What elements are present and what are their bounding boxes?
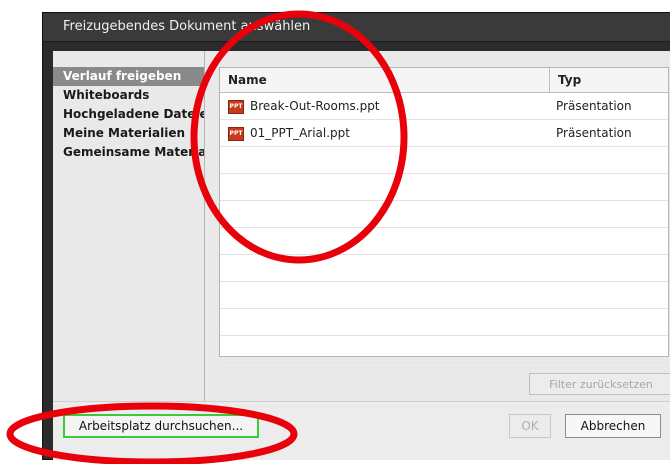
filter-reset-button[interactable]: Filter zurücksetzen (529, 373, 670, 395)
empty-row (220, 147, 668, 174)
file-name: Break-Out-Rooms.ppt (250, 99, 380, 113)
file-type: Präsentation (556, 126, 632, 140)
sidebar: Verlauf freigeben Whiteboards Hochgelade… (53, 51, 205, 401)
sidebar-item-whiteboards[interactable]: Whiteboards (53, 86, 204, 105)
file-table: Name Typ PPT Break-Out-Rooms.ppt Präsenta… (219, 67, 669, 363)
cancel-button[interactable]: Abbrechen (565, 414, 661, 438)
empty-row (220, 336, 668, 363)
table-row[interactable]: PPT Break-Out-Rooms.ppt Präsentation (220, 93, 668, 120)
ok-button[interactable]: OK (509, 414, 551, 438)
column-header-name[interactable]: Name (220, 68, 550, 92)
dialog-footer: Arbeitsplatz durchsuchen... OK Abbrechen (53, 401, 670, 460)
file-name-cell: PPT 01_PPT_Arial.ppt (228, 120, 350, 146)
document-dialog: Freizugebendes Dokument auswählen Verlau… (42, 12, 670, 460)
dialog-body: Verlauf freigeben Whiteboards Hochgelade… (53, 51, 670, 401)
ppt-icon: PPT (228, 126, 244, 141)
table-header: Name Typ (220, 68, 668, 93)
empty-row (220, 282, 668, 309)
sidebar-item-gemeinsame-materialien[interactable]: Gemeinsame Materialien (53, 143, 204, 162)
empty-row (220, 174, 668, 201)
empty-row (220, 201, 668, 228)
file-name: 01_PPT_Arial.ppt (250, 126, 350, 140)
column-header-typ[interactable]: Typ (550, 68, 670, 92)
empty-row (220, 309, 668, 336)
empty-row (220, 228, 668, 255)
empty-row (220, 255, 668, 282)
dialog-titlebar[interactable]: Freizugebendes Dokument auswählen (43, 13, 670, 42)
file-name-cell: PPT Break-Out-Rooms.ppt (228, 93, 380, 119)
dialog-title: Freizugebendes Dokument auswählen (63, 19, 311, 34)
sidebar-item-verlauf-freigeben[interactable]: Verlauf freigeben (53, 67, 204, 86)
sidebar-item-meine-materialien[interactable]: Meine Materialien (53, 124, 204, 143)
file-type: Präsentation (556, 99, 632, 113)
table-row[interactable]: PPT 01_PPT_Arial.ppt Präsentation (220, 120, 668, 147)
ppt-icon: PPT (228, 99, 244, 114)
sidebar-item-hochgeladene-dateien[interactable]: Hochgeladene Dateien (53, 105, 204, 124)
browse-computer-button[interactable]: Arbeitsplatz durchsuchen... (63, 414, 259, 438)
